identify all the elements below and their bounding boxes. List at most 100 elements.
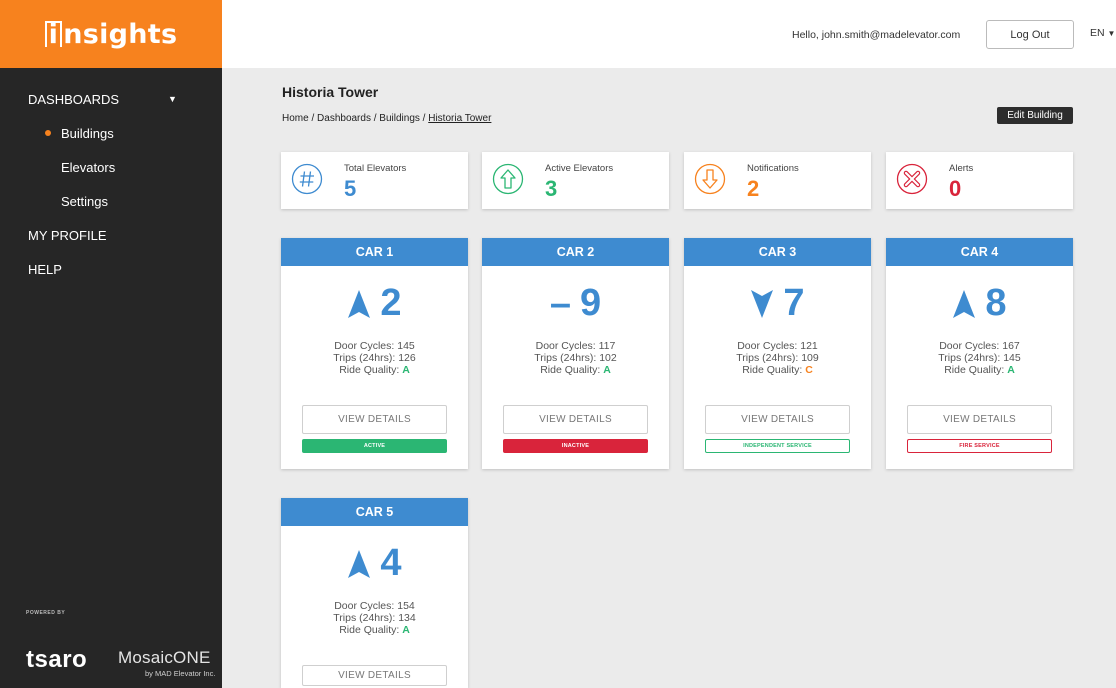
- trips-24hrs: Trips (24hrs): 102: [534, 352, 617, 364]
- view-details-button[interactable]: VIEW DETAILS: [302, 665, 447, 686]
- arrow-up-circle-icon: [492, 163, 524, 195]
- ride-quality: Ride Quality: A: [482, 364, 669, 376]
- car-card: CAR 4 8 Door Cycles: 167 Trips (24hrs): …: [886, 238, 1073, 469]
- arrow-down-icon: [751, 289, 774, 318]
- stat-label: Notifications: [747, 163, 799, 174]
- sidebar-item-elevators[interactable]: Elevators: [0, 150, 222, 184]
- sidebar-item-label: HELP: [28, 261, 62, 277]
- stat-value: 0: [949, 176, 962, 201]
- page-title: Historia Tower: [282, 84, 379, 100]
- car-title: CAR 1: [281, 238, 468, 266]
- top-bar: Hello, john.smith@madelevator.com Log Ou…: [222, 0, 1116, 68]
- car-title: CAR 4: [886, 238, 1073, 266]
- stat-card-total-elevators: Total Elevators 5: [281, 152, 468, 209]
- door-cycles: Door Cycles: 121: [737, 340, 818, 352]
- trips-24hrs: Trips (24hrs): 126: [333, 352, 416, 364]
- status-badge: ACTIVE: [302, 439, 447, 453]
- ride-quality-grade: A: [402, 364, 410, 376]
- status-badge: INACTIVE: [503, 439, 648, 453]
- view-details-button[interactable]: VIEW DETAILS: [705, 405, 850, 434]
- door-cycles: Door Cycles: 154: [334, 600, 415, 612]
- logo-i-box: i: [44, 20, 63, 48]
- floor-indicator: 7: [684, 282, 871, 325]
- sidebar-item-label: Buildings: [61, 125, 114, 141]
- floor-indicator: – 9: [482, 282, 669, 325]
- breadcrumb-dashboards[interactable]: Dashboards: [317, 113, 371, 124]
- ride-quality: Ride Quality: A: [281, 624, 468, 636]
- ride-quality: Ride Quality: C: [684, 364, 871, 376]
- caret-down-icon: ▼: [1107, 29, 1116, 38]
- car-card: CAR 3 7 Door Cycles: 121 Trips (24hrs): …: [684, 238, 871, 469]
- breadcrumb: Home / Dashboards / Buildings / Historia…: [282, 113, 492, 124]
- sidebar-item-dashboards[interactable]: DASHBOARDS ▼: [0, 82, 222, 116]
- view-details-button[interactable]: VIEW DETAILS: [302, 405, 447, 434]
- car-stats: Door Cycles: 154 Trips (24hrs): 134 Ride…: [281, 600, 468, 636]
- sidebar-item-help[interactable]: HELP: [0, 252, 222, 286]
- insights-logo[interactable]: i nsights: [44, 18, 178, 50]
- door-cycles: Door Cycles: 117: [535, 340, 616, 352]
- stat-card-notifications: Notifications 2: [684, 152, 871, 209]
- sidebar-item-label: MY PROFILE: [28, 227, 107, 243]
- x-circle-icon: [896, 163, 928, 195]
- floor-number: 8: [985, 282, 1007, 324]
- view-details-button[interactable]: VIEW DETAILS: [503, 405, 648, 434]
- arrow-up-icon: [348, 549, 371, 578]
- logo-box: i nsights: [0, 0, 222, 68]
- tsaro-logo: tsaro: [26, 646, 88, 673]
- car-card: CAR 5 4 Door Cycles: 154 Trips (24hrs): …: [281, 498, 468, 688]
- sidebar-item-settings[interactable]: Settings: [0, 184, 222, 218]
- logo-text: nsights: [63, 18, 178, 50]
- ride-quality-grade: A: [603, 364, 611, 376]
- sidebar-item-buildings[interactable]: Buildings: [0, 116, 222, 150]
- stat-value: 3: [545, 176, 558, 201]
- floor-number: 7: [783, 282, 805, 324]
- language-label: EN: [1090, 27, 1105, 39]
- floor-indicator: 8: [886, 282, 1073, 325]
- ride-quality-label: Ride Quality:: [742, 364, 806, 376]
- door-cycles: Door Cycles: 145: [334, 340, 415, 352]
- arrow-down-circle-icon: [694, 163, 726, 195]
- ride-quality-label: Ride Quality:: [339, 364, 403, 376]
- sidebar-item-label: Elevators: [61, 159, 116, 175]
- logout-button[interactable]: Log Out: [986, 20, 1074, 49]
- language-selector[interactable]: EN ▼: [1090, 27, 1115, 39]
- stat-card-active-elevators: Active Elevators 3: [482, 152, 669, 209]
- sidebar-item-label: Settings: [61, 193, 108, 209]
- sidebar-item-my-profile[interactable]: MY PROFILE: [0, 218, 222, 252]
- floor-number: 2: [380, 282, 402, 324]
- stat-value: 2: [747, 176, 760, 201]
- idle-dash-icon: –: [549, 282, 571, 325]
- ride-quality-grade: A: [402, 624, 410, 636]
- arrow-up-icon: [348, 289, 371, 318]
- ride-quality: Ride Quality: A: [886, 364, 1073, 376]
- active-dot-icon: [45, 130, 51, 136]
- sidebar-item-label: DASHBOARDS: [28, 91, 120, 107]
- ride-quality-label: Ride Quality:: [540, 364, 604, 376]
- car-stats: Door Cycles: 121 Trips (24hrs): 109 Ride…: [684, 340, 871, 376]
- car-stats: Door Cycles: 167 Trips (24hrs): 145 Ride…: [886, 340, 1073, 376]
- ride-quality-label: Ride Quality:: [339, 624, 403, 636]
- sidebar: i nsights DASHBOARDS ▼ Buildings Elevator…: [0, 0, 222, 688]
- trips-24hrs: Trips (24hrs): 109: [736, 352, 819, 364]
- breadcrumb-buildings[interactable]: Buildings: [379, 113, 420, 124]
- breadcrumb-current[interactable]: Historia Tower: [428, 113, 491, 124]
- door-cycles: Door Cycles: 167: [939, 340, 1020, 352]
- ride-quality-label: Ride Quality:: [944, 364, 1008, 376]
- view-details-button[interactable]: VIEW DETAILS: [907, 405, 1052, 434]
- stat-label: Total Elevators: [344, 163, 407, 174]
- ride-quality-grade: A: [1007, 364, 1015, 376]
- car-stats: Door Cycles: 145 Trips (24hrs): 126 Ride…: [281, 340, 468, 376]
- floor-indicator: 4: [281, 542, 468, 585]
- hash-icon: [291, 163, 323, 195]
- ride-quality: Ride Quality: A: [281, 364, 468, 376]
- arrow-up-icon: [953, 289, 976, 318]
- car-card: CAR 2 – 9 Door Cycles: 117 Trips (24hrs)…: [482, 238, 669, 469]
- edit-building-button[interactable]: Edit Building: [997, 107, 1073, 124]
- breadcrumb-home[interactable]: Home: [282, 113, 309, 124]
- car-title: CAR 3: [684, 238, 871, 266]
- car-title: CAR 5: [281, 498, 468, 526]
- floor-number: 9: [580, 282, 602, 324]
- sidebar-nav: DASHBOARDS ▼ Buildings Elevators Setting…: [0, 68, 222, 286]
- mosaicone-subtitle: by MAD Elevator Inc.: [145, 669, 216, 678]
- car-stats: Door Cycles: 117 Trips (24hrs): 102 Ride…: [482, 340, 669, 376]
